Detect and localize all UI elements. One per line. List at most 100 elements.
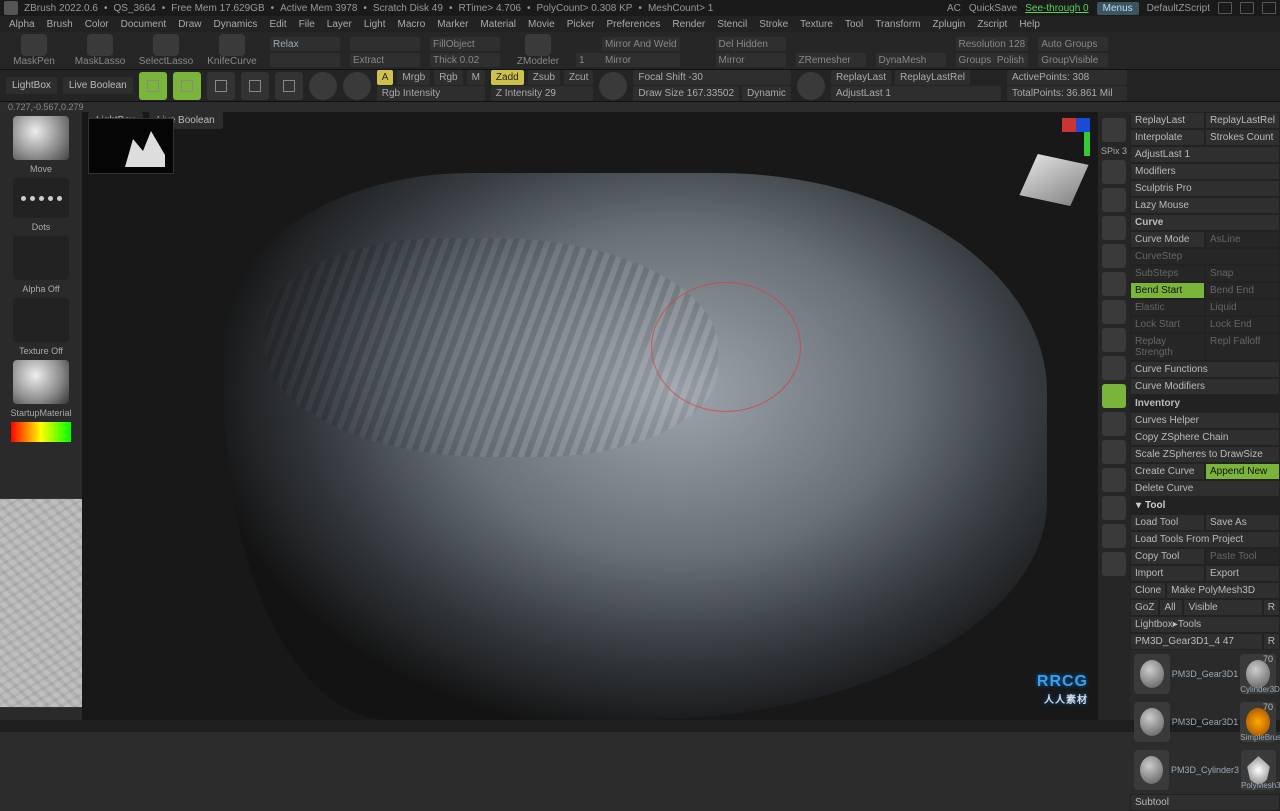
menu-edit[interactable]: Edit <box>264 19 291 30</box>
nav-cube[interactable] <box>1019 154 1088 206</box>
replaylast[interactable]: ReplayLast <box>831 70 891 85</box>
delhidden[interactable]: Del Hidden <box>716 37 786 51</box>
menu-preferences[interactable]: Preferences <box>601 19 665 30</box>
maskpen-button[interactable]: MaskPen <box>6 33 62 67</box>
mirrorweld[interactable]: Mirror And Weld <box>602 37 680 51</box>
rp-sculptris[interactable]: Sculptris Pro <box>1130 180 1280 197</box>
axis-gizmo[interactable] <box>1052 118 1090 156</box>
menu-zscript[interactable]: Zscript <box>972 19 1012 30</box>
rp-createcurve[interactable]: Create Curve <box>1130 463 1205 480</box>
rp-curve[interactable]: Curve <box>1130 214 1280 231</box>
menus-toggle[interactable]: Menus <box>1097 2 1139 15</box>
aahalf-icon[interactable] <box>1102 244 1126 268</box>
imbed-icon[interactable] <box>797 72 825 100</box>
zsub-toggle[interactable]: Zsub <box>528 70 560 85</box>
menu-help[interactable]: Help <box>1014 19 1045 30</box>
rgb-toggle[interactable]: Rgb <box>434 70 462 85</box>
draw-toggle[interactable] <box>173 72 201 100</box>
tool-thumb-2[interactable]: PM3D_Cylinder3 PolyMesh3D <box>1130 746 1280 794</box>
liveboolean-button[interactable]: Live Boolean <box>63 77 133 94</box>
mirror2[interactable]: Mirror <box>716 53 786 67</box>
rotate-toggle[interactable] <box>275 72 303 100</box>
floor-icon[interactable] <box>1102 300 1126 324</box>
fillobject[interactable]: FillObject <box>430 37 500 51</box>
texture-thumb[interactable] <box>13 298 69 342</box>
replaylastrel[interactable]: ReplayLastRel <box>895 70 970 85</box>
mini-preview[interactable] <box>88 118 174 174</box>
menu-texture[interactable]: Texture <box>795 19 838 30</box>
loadtool[interactable]: Load Tool <box>1130 514 1205 531</box>
sym-icon[interactable] <box>343 72 371 100</box>
quicksave[interactable]: QuickSave <box>969 3 1017 14</box>
menu-layer[interactable]: Layer <box>322 19 357 30</box>
bpr-icon[interactable] <box>1102 118 1126 142</box>
knifecurve-button[interactable]: KnifeCurve <box>204 33 260 67</box>
menu-stroke[interactable]: Stroke <box>754 19 793 30</box>
autogroups[interactable]: Auto Groups <box>1038 37 1108 51</box>
groupvisible[interactable]: GroupVisible <box>1038 53 1108 67</box>
move-icon[interactable] <box>1102 496 1126 520</box>
tool-header[interactable]: ▾Tool <box>1130 497 1280 514</box>
menu-picker[interactable]: Picker <box>562 19 600 30</box>
maximize-button[interactable] <box>1240 2 1254 14</box>
rotate-icon[interactable] <box>1102 440 1126 464</box>
dynamic-icon[interactable] <box>1102 272 1126 296</box>
menu-movie[interactable]: Movie <box>523 19 560 30</box>
menu-dynamics[interactable]: Dynamics <box>209 19 263 30</box>
rp-bendstart[interactable]: Bend Start <box>1130 282 1205 299</box>
active-tool[interactable]: PM3D_Gear3D1_4 47 <box>1130 633 1263 650</box>
lock-icon[interactable] <box>1102 356 1126 380</box>
subtool[interactable]: Subtool <box>1130 794 1280 811</box>
scale-toggle[interactable] <box>241 72 269 100</box>
menu-file[interactable]: File <box>294 19 320 30</box>
alpha-thumb[interactable] <box>13 236 69 280</box>
dynamesh[interactable]: DynaMesh <box>876 53 946 67</box>
actual-icon[interactable] <box>1102 216 1126 240</box>
rp-replaylast[interactable]: ReplayLast <box>1130 112 1205 129</box>
focal-icon[interactable] <box>599 72 627 100</box>
zmodeler-button[interactable]: ZModeler <box>510 33 566 67</box>
menu-color[interactable]: Color <box>80 19 114 30</box>
masklasso-button[interactable]: MaskLasso <box>72 33 128 67</box>
local-icon[interactable] <box>1102 328 1126 352</box>
tool-thumb-1[interactable]: PM3D_Gear3D1 70SimpleBrush <box>1130 698 1280 746</box>
brush-thumb[interactable] <box>13 116 69 160</box>
tool-thumb-0[interactable]: PM3D_Gear3D1 70Cylinder3D <box>1130 650 1280 698</box>
resolution[interactable]: Resolution 128 <box>956 37 1029 51</box>
zoom-icon[interactable] <box>1102 188 1126 212</box>
viewport[interactable]: LightBox Live Boolean RRCG人人素材 <box>82 112 1098 720</box>
menu-marker[interactable]: Marker <box>432 19 473 30</box>
default-zscript[interactable]: DefaultZScript <box>1147 3 1210 14</box>
menu-document[interactable]: Document <box>116 19 172 30</box>
cam-icon[interactable] <box>1102 412 1126 436</box>
menu-stencil[interactable]: Stencil <box>712 19 752 30</box>
zadd-toggle[interactable]: Zadd <box>491 70 524 85</box>
menu-render[interactable]: Render <box>667 19 710 30</box>
rotate2-icon[interactable] <box>1102 552 1126 576</box>
m-toggle[interactable]: M <box>467 70 485 85</box>
rp-modifiers[interactable]: Modifiers <box>1130 163 1280 180</box>
move-toggle[interactable] <box>207 72 235 100</box>
color-swatch[interactable] <box>11 422 71 442</box>
zcut-toggle[interactable]: Zcut <box>564 70 593 85</box>
mirror[interactable]: Mirror <box>602 53 680 67</box>
menu-tool[interactable]: Tool <box>840 19 868 30</box>
close-button[interactable] <box>1262 2 1276 14</box>
lightbox-button[interactable]: LightBox <box>6 77 57 94</box>
mrgb-toggle[interactable]: Mrgb <box>397 70 430 85</box>
menu-macro[interactable]: Macro <box>393 19 431 30</box>
adjustlast[interactable]: AdjustLast 1 <box>831 86 1001 101</box>
gizmo-toggle[interactable] <box>309 72 337 100</box>
zint[interactable]: Z Intensity 29 <box>491 86 593 101</box>
menu-alpha[interactable]: Alpha <box>4 19 40 30</box>
menu-brush[interactable]: Brush <box>42 19 78 30</box>
menu-zplugin[interactable]: Zplugin <box>928 19 971 30</box>
selectlasso-button[interactable]: SelectLasso <box>138 33 194 67</box>
thick[interactable]: Thick 0.02 <box>430 53 500 67</box>
frame-icon[interactable] <box>1102 160 1126 184</box>
edit-toggle[interactable] <box>139 72 167 100</box>
menu-draw[interactable]: Draw <box>173 19 206 30</box>
drawsize[interactable]: Draw Size 167.33502 <box>633 86 739 101</box>
linefill-icon[interactable] <box>1102 468 1126 492</box>
gyz-icon[interactable] <box>1102 384 1126 408</box>
